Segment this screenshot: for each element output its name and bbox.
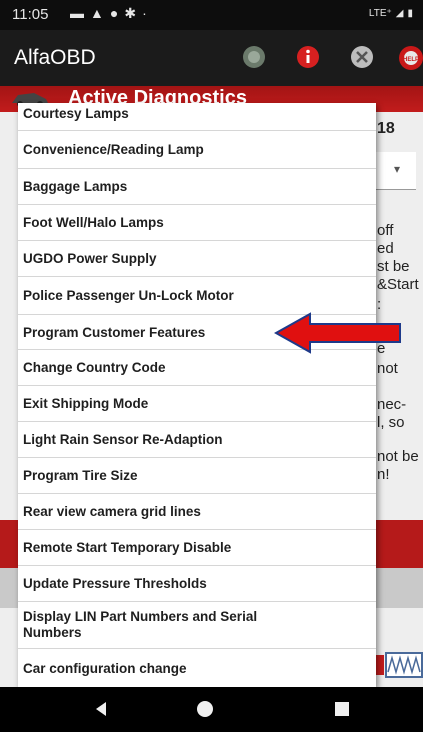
background-text: not be [377,448,419,465]
background-text: &Start [377,276,419,293]
status-bar: 11:05 ▬ ▲ ● ✱ · LTE⁺ ◢ ▮ [0,0,423,30]
navigation-bar [0,687,423,732]
background-dropdown: ▾ [376,152,416,190]
help-icon-label: HELP [403,57,419,63]
status-time: 11:05 [12,6,49,23]
background-text: l, so [377,414,405,431]
menu-item-baggage-lamps[interactable]: Baggage Lamps [18,169,376,205]
dot-icon: · [142,5,147,21]
notification-icons: ▬ ▲ ● ✱ · [70,5,147,22]
menu-item-remote-start-temporary-disable[interactable]: Remote Start Temporary Disable [18,530,376,566]
menu-item-program-tire-size[interactable]: Program Tire Size [18,458,376,494]
background-text: ed [377,240,394,257]
chevron-down-icon: ▾ [394,162,401,176]
menu-item-ugdo-power-supply[interactable]: UGDO Power Supply [18,241,376,277]
settings-icon: ✱ [124,5,137,21]
menu-item-change-country-code[interactable]: Change Country Code [18,350,376,386]
menu-item-update-pressure-thresholds[interactable]: Update Pressure Thresholds [18,566,376,602]
globe-icon[interactable] [242,45,266,69]
battery-icon: ▮ [407,8,413,19]
recent-apps-icon[interactable] [335,702,349,716]
background-text: n! [377,466,390,483]
network-label: LTE⁺ [368,8,392,19]
background-text: st be [377,258,410,275]
menu-item-display-lin-part-numbers[interactable]: Display LIN Part Numbers and Serial Numb… [18,602,376,649]
help-icon[interactable]: HELP [398,45,423,71]
background-text: nec- [377,396,407,413]
signal-icon: ◢ [395,8,404,19]
waveform-icon [376,652,423,678]
menu-item-light-rain-sensor-readaption[interactable]: Light Rain Sensor Re-Adaption [18,422,376,458]
menu-item-police-passenger-unlock-motor[interactable]: Police Passenger Un-Lock Motor [18,277,376,315]
status-right: LTE⁺ ◢ ▮ [369,8,413,19]
background-text: 18 [377,120,395,137]
menu-item-convenience-reading-lamp[interactable]: Convenience/Reading Lamp [18,131,376,169]
chat-icon: ● [109,5,119,21]
background-text: : [377,296,382,313]
annotation-arrow-icon [274,312,401,354]
screen: 11:05 ▬ ▲ ● ✱ · LTE⁺ ◢ ▮ AlfaOBD HELP Ac… [0,0,423,732]
message-icon: ▬ [70,5,84,21]
close-icon[interactable] [350,45,374,69]
menu-item-rear-view-camera-grid-lines[interactable]: Rear view camera grid lines [18,494,376,530]
app-bar: AlfaOBD HELP [0,30,423,86]
info-icon[interactable] [296,45,320,69]
background-text: off [377,222,394,239]
menu-item-foot-well-halo-lamps[interactable]: Foot Well/Halo Lamps [18,205,376,241]
menu-item-car-configuration-change[interactable]: Car configuration change [18,649,376,687]
menu-item-exit-shipping-mode[interactable]: Exit Shipping Mode [18,386,376,422]
app-title: AlfaOBD [14,46,96,69]
menu-item-courtesy-lamps[interactable]: Courtesy Lamps [18,103,376,131]
warning-icon: ▲ [90,5,104,21]
background-text: not [377,360,398,377]
back-icon[interactable] [94,701,108,717]
home-icon[interactable] [197,701,213,717]
popup-menu: Courtesy Lamps Convenience/Reading Lamp … [18,103,376,687]
